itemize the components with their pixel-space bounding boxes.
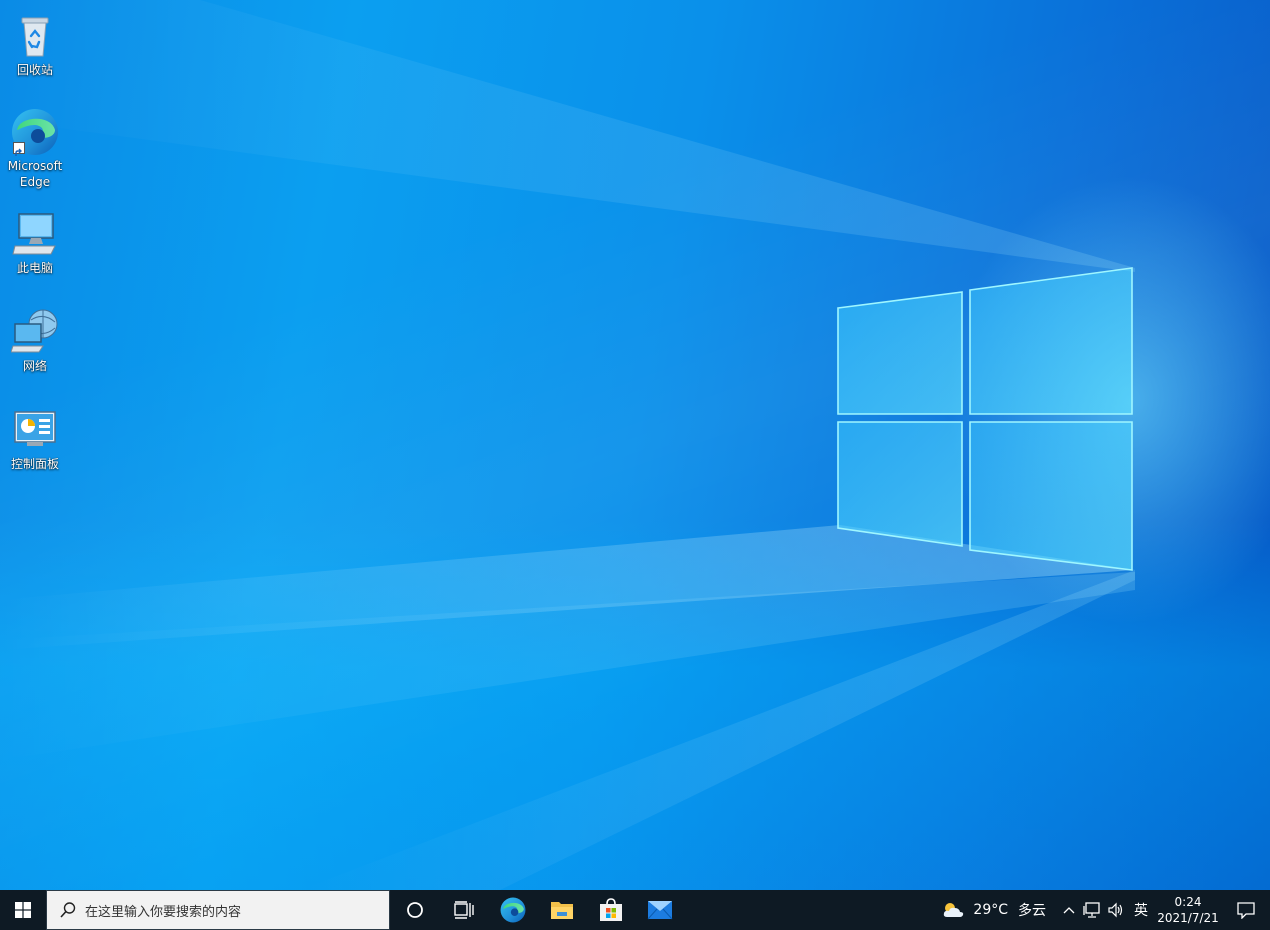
network-status-button[interactable] (1080, 890, 1104, 930)
edge-icon (11, 108, 59, 156)
volume-button[interactable] (1104, 890, 1128, 930)
taskbar-edge[interactable] (488, 890, 537, 930)
chevron-up-icon (1063, 907, 1075, 914)
weather-widget[interactable]: 29°C 多云 (941, 890, 1058, 930)
network-icon (10, 308, 59, 356)
shortcut-arrow-icon (13, 142, 25, 156)
taskbar: 在这里输入你要搜索的内容 29°C 多云 英 0:24 2021/7/21 (0, 890, 1270, 930)
cortana-button[interactable] (390, 890, 439, 930)
control-panel-label: 控制面板 (10, 457, 59, 471)
show-hidden-icons-button[interactable] (1058, 890, 1080, 930)
clock-date: 2021/7/21 (1157, 911, 1219, 925)
action-center-button[interactable] (1222, 890, 1270, 930)
search-placeholder: 在这里输入你要搜索的内容 (85, 904, 242, 920)
task-view-button[interactable] (439, 890, 488, 930)
cortana-icon (406, 902, 423, 918)
taskbar-store[interactable] (586, 890, 635, 930)
taskbar-search-box[interactable]: 在这里输入你要搜索的内容 (46, 890, 390, 930)
store-icon (599, 898, 622, 921)
control-panel-icon (11, 406, 59, 454)
desktop-icon-network[interactable]: 网络 (0, 308, 70, 374)
recycle-bin-label: 回收站 (16, 63, 53, 77)
desktop-icon-this-pc[interactable]: 此电脑 (0, 210, 70, 276)
weather-description: 多云 (1018, 903, 1046, 919)
this-pc-label: 此电脑 (16, 261, 53, 275)
start-button[interactable] (0, 890, 46, 930)
desktop-icon-recycle-bin[interactable]: 回收站 (0, 12, 70, 78)
ethernet-icon (1083, 902, 1100, 918)
taskbar-file-explorer[interactable] (537, 890, 586, 930)
clock-time: 0:24 (1174, 895, 1202, 909)
partly-cloudy-icon (944, 903, 964, 917)
system-tray: 29°C 多云 英 0:24 2021/7/21 (941, 890, 1270, 930)
network-label: 网络 (22, 359, 47, 373)
desktop: 回收站 Microsoft Edge 此电脑 网络 控制面板 (0, 0, 1270, 890)
edge-icon (500, 897, 525, 923)
microsoft-edge-label: Microsoft Edge (7, 159, 63, 189)
taskbar-mail[interactable] (635, 890, 684, 930)
input-language-indicator[interactable]: 英 (1128, 890, 1154, 930)
recycle-bin-icon (11, 12, 59, 60)
search-icon (60, 902, 76, 918)
windows-start-icon (15, 902, 31, 918)
speaker-icon (1108, 902, 1123, 918)
desktop-icon-control-panel[interactable]: 控制面板 (0, 406, 70, 472)
desktop-icon-microsoft-edge[interactable]: Microsoft Edge (0, 108, 70, 190)
file-explorer-icon (550, 902, 573, 919)
windows-logo-wallpaper (837, 267, 1133, 571)
mail-icon (647, 901, 672, 920)
computer-icon (11, 210, 59, 258)
weather-temperature: 29°C (973, 902, 1008, 918)
notification-icon (1237, 902, 1255, 919)
task-view-icon (453, 901, 474, 919)
clock[interactable]: 0:24 2021/7/21 (1154, 890, 1222, 930)
